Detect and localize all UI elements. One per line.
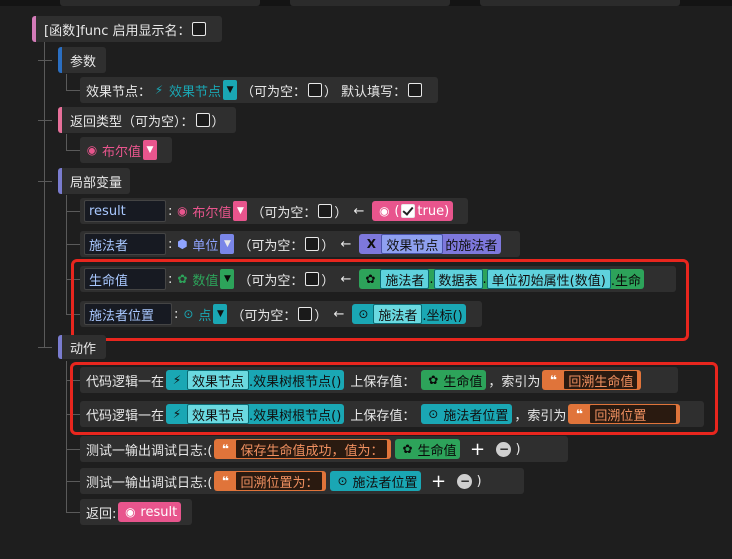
local-var-row-caster[interactable]: 施法者 : ⬢ 单位 ▼ （可为空： ） ← X 效果节点 的施法者: [80, 231, 520, 257]
params-section[interactable]: 参数: [58, 47, 106, 73]
point-icon: ⊙: [337, 474, 348, 488]
nullable-label: （可为空：: [238, 238, 304, 254]
chevron-down-icon[interactable]: ▼: [223, 80, 238, 100]
var-name-field[interactable]: 施法者: [84, 233, 166, 255]
caster-suffix: 的施法者: [445, 238, 498, 254]
param-nullable-checkbox[interactable]: [308, 83, 323, 97]
local-var-row-result[interactable]: result : ◉ 布尔值 ▼ （可为空： ） ← ◉ ( true ): [80, 198, 468, 224]
nullable-close: ）: [321, 238, 335, 254]
tree-line: [66, 134, 67, 150]
return-nullable-checkbox[interactable]: [195, 113, 210, 127]
string-literal[interactable]: ❝ 回溯位置为：: [214, 471, 327, 491]
eye-icon: ◉: [125, 505, 136, 519]
return-type-label: 返回类型（可为空）：: [70, 114, 194, 130]
action-prefix: 测试一输出调试日志:(: [86, 475, 213, 491]
tree-line: [66, 361, 67, 512]
locals-label: 局部变量: [70, 175, 123, 191]
nullable-close: ）: [334, 205, 348, 221]
tree-line: [66, 449, 80, 450]
string-literal[interactable]: ❝ 保存生命值成功，值为：: [214, 439, 392, 459]
tree-line: [44, 42, 45, 348]
eye-icon: ◉: [177, 204, 188, 218]
default-fill-label: 默认填写：: [341, 84, 407, 100]
true-checkbox[interactable]: [401, 204, 416, 218]
enable-display-name-checkbox[interactable]: [192, 22, 207, 36]
node-ref[interactable]: 效果节点: [381, 234, 444, 254]
tree-line: [66, 211, 80, 212]
chevron-down-icon[interactable]: ▼: [220, 234, 235, 254]
param-row[interactable]: 效果节点： ⚡ 效果节点 ▼ （可为空： ） 默认填写：: [80, 77, 438, 103]
chevron-down-icon[interactable]: ▼: [143, 140, 158, 160]
value-ref[interactable]: ⊙ 施法者位置: [330, 471, 422, 491]
highlight-box-actions: [70, 362, 718, 435]
action-row-return[interactable]: 返回: ◉ result: [80, 499, 192, 525]
close-paren: ): [476, 473, 482, 489]
param-nullable-label: （可为空：: [241, 84, 307, 100]
var-name-field[interactable]: result: [84, 200, 166, 222]
top-strip: [0, 0, 732, 6]
quote-icon: ❝: [221, 474, 229, 488]
action-prefix: 测试一输出调试日志:(: [86, 443, 213, 459]
nullable-checkbox[interactable]: [318, 204, 333, 218]
param-name: 效果节点：: [86, 84, 152, 100]
tree-line: [38, 181, 52, 182]
tree-line: [38, 120, 52, 121]
quote-icon: ❝: [221, 442, 229, 456]
remove-arg-button[interactable]: −: [496, 441, 512, 457]
bool-literal[interactable]: ◉ ( true ): [372, 201, 454, 221]
actions-label: 动作: [70, 341, 97, 357]
remove-arg-button[interactable]: −: [457, 473, 473, 489]
return-type-close: ）: [211, 114, 225, 130]
function-label: [函数]func 启用显示名：: [44, 23, 191, 39]
actions-section[interactable]: 动作: [58, 335, 106, 359]
return-type-value: 布尔值: [102, 144, 142, 160]
return-type-section[interactable]: 返回类型（可为空）： ）: [58, 107, 236, 133]
param-nullable-close: ）: [324, 84, 338, 100]
action-row-log-hp[interactable]: 测试一输出调试日志:( ❝ 保存生命值成功，值为： ✿ 生命值 + − ): [80, 436, 568, 462]
function-x-icon: X: [366, 237, 376, 251]
assign-arrow: ←: [340, 236, 352, 252]
param-type: 效果节点: [169, 84, 222, 100]
tree-line: [66, 90, 80, 91]
default-fill-checkbox[interactable]: [408, 83, 423, 97]
nullable-checkbox[interactable]: [305, 237, 320, 251]
var-type: 单位: [192, 238, 219, 254]
caster-expression[interactable]: X 效果节点 的施法者: [359, 234, 502, 254]
tree-line: [66, 244, 80, 245]
add-arg-button[interactable]: +: [468, 439, 486, 460]
value-ref[interactable]: ✿ 生命值: [395, 439, 461, 459]
assign-arrow: ←: [353, 203, 365, 219]
tree-line: [66, 195, 67, 315]
tree-line: [66, 150, 80, 151]
locals-section[interactable]: 局部变量: [58, 168, 130, 194]
close-paren: ): [515, 441, 521, 457]
var-type: 布尔值: [192, 205, 232, 221]
tree-line: [66, 512, 80, 513]
tree-line: [38, 60, 52, 61]
number-icon: ✿: [402, 442, 413, 456]
tree-line: [66, 74, 67, 90]
add-arg-button[interactable]: +: [429, 471, 447, 492]
tree-line: [38, 347, 52, 348]
return-type-value-row[interactable]: ◉ 布尔值 ▼: [80, 137, 172, 163]
chevron-down-icon[interactable]: ▼: [233, 201, 248, 221]
params-label: 参数: [70, 54, 97, 70]
function-header[interactable]: [函数]func 启用显示名：: [32, 16, 222, 42]
action-prefix: 返回:: [86, 506, 117, 522]
lightning-icon: ⚡: [154, 83, 164, 97]
eye-icon: ◉: [379, 204, 390, 218]
nullable-label: （可为空：: [251, 205, 317, 221]
highlight-box-locals: [71, 259, 689, 341]
tree-line: [66, 481, 80, 482]
eye-icon: ◉: [86, 143, 98, 157]
return-value-ref[interactable]: ◉ result: [118, 502, 182, 522]
cube-icon: ⬢: [177, 237, 188, 251]
action-row-log-pos[interactable]: 测试一输出调试日志:( ❝ 回溯位置为： ⊙ 施法者位置 + − ): [80, 468, 524, 494]
